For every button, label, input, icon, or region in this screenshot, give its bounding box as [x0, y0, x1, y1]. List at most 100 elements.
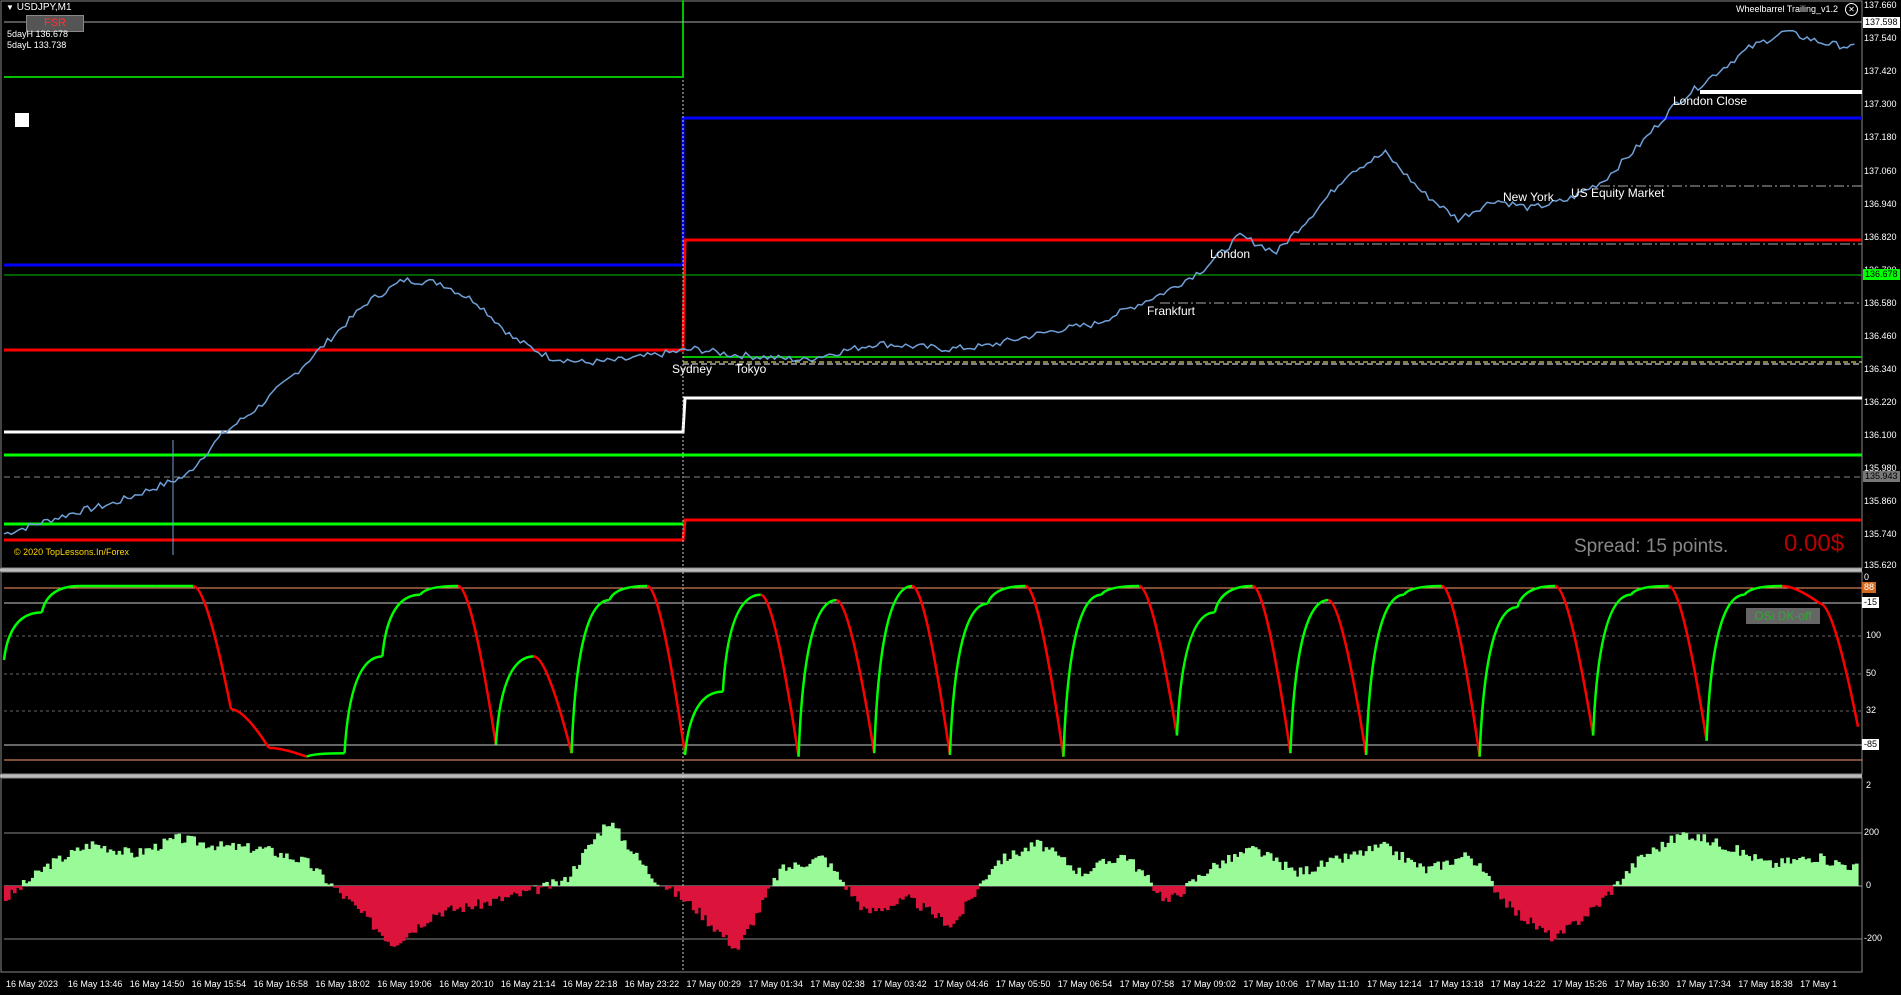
- histogram-bar: [554, 881, 558, 886]
- checkbox[interactable]: [15, 113, 29, 127]
- chart-canvas[interactable]: [0, 0, 1901, 995]
- osc-tick: 50: [1866, 668, 1877, 678]
- indicator-title: Wheelbarrel Trailing_v1.2: [1736, 4, 1839, 14]
- symbol-label: USDJPY,M1: [16, 2, 72, 13]
- hist-tick: -200: [1864, 933, 1883, 943]
- price-tick: 135.740: [1864, 529, 1897, 539]
- session-levels: [4, 0, 1862, 542]
- time-tick: 17 May 10:06: [1243, 979, 1298, 989]
- time-tick: 16 May 15:54: [191, 979, 247, 989]
- spread-label: Spread: 15 points.: [1574, 536, 1729, 557]
- time-tick: 17 May 09:02: [1181, 979, 1236, 989]
- hist-tick: 0: [1866, 880, 1872, 890]
- oscillator-segment: [1668, 584, 1708, 742]
- oscillator-segment: [268, 746, 308, 758]
- histogram-bar: [533, 885, 537, 886]
- oscillator-segment: [306, 751, 345, 758]
- oscillator-segment: [570, 598, 610, 754]
- close-icon[interactable]: ✕: [1845, 3, 1858, 16]
- day-low-label: 5dayL 133.738: [7, 40, 67, 50]
- price-badge-top: 137.598: [1863, 17, 1900, 28]
- histogram-bar: [545, 881, 549, 886]
- histogram-bar: [1490, 880, 1494, 886]
- time-tick: 17 May 05:50: [995, 979, 1051, 989]
- price-badge-lower: 135.943: [1863, 471, 1900, 482]
- price-badge-middle: 136.678: [1863, 269, 1900, 280]
- time-tick: 16 May 2023: [6, 979, 59, 989]
- price-tick: 137.540: [1864, 33, 1897, 43]
- time-tick: 16 May 18:02: [315, 979, 370, 989]
- oscillator-segment: [533, 655, 573, 754]
- time-tick: 16 May 13:46: [67, 979, 123, 989]
- osi-button[interactable]: OSi DK-off: [1746, 608, 1820, 624]
- price-axis[interactable]: 137.660 137.540 137.420 137.300 137.180 …: [1862, 0, 1901, 995]
- osc-badge: -15: [1862, 597, 1880, 608]
- price-tick: 137.060: [1864, 166, 1897, 176]
- histogram-bar: [530, 886, 534, 887]
- histogram-bar: [655, 884, 660, 886]
- histogram-bar: [1855, 863, 1859, 886]
- time-tick: 17 May 04:46: [934, 979, 989, 989]
- session-label-london-close: London Close: [1673, 94, 1748, 108]
- oscillator-segment: [1441, 584, 1481, 757]
- oscillator-segment: [381, 593, 421, 657]
- osc-badge: -85: [1862, 739, 1880, 750]
- oscillator-segment: [1402, 584, 1442, 596]
- oscillator-segment: [646, 584, 687, 756]
- time-tick: 17 May 14:22: [1490, 979, 1546, 989]
- histogram-bar: [1609, 886, 1614, 895]
- time-axis[interactable]: 16 May 2023 16 May 13:46 16 May 14:50 16 Ma…: [0, 974, 1862, 995]
- histogram-bar: [329, 883, 334, 886]
- time-tick: 17 May 18:38: [1738, 979, 1793, 989]
- time-tick: 16 May 19:06: [377, 979, 432, 989]
- oscillator-segment: [1213, 584, 1253, 613]
- time-tick: 17 May 01:34: [748, 979, 803, 989]
- price-tick: 137.180: [1864, 132, 1897, 142]
- oscillator-segment: [1629, 584, 1669, 596]
- price-series: [3, 29, 1855, 536]
- price-tick: 136.580: [1864, 298, 1897, 308]
- price-tick: 136.460: [1864, 331, 1897, 341]
- oscillator-segment: [1478, 605, 1518, 757]
- oscillator-segment: [1819, 602, 1860, 728]
- day-high-label: 5dayH 136.678: [7, 29, 69, 39]
- time-tick: 17 May 16:30: [1614, 979, 1670, 989]
- dropdown-arrow-icon[interactable]: ▼: [6, 3, 14, 12]
- oscillator-segment: [457, 584, 498, 745]
- oscillator-segment: [192, 584, 233, 710]
- oscillator-segment: [1138, 584, 1179, 736]
- oscillator-segment: [835, 598, 876, 754]
- time-tick: 16 May 23:22: [624, 979, 680, 989]
- time-tick: 16 May 21:14: [500, 979, 556, 989]
- time-tick: 16 May 14:50: [129, 979, 185, 989]
- symbol-title: ▼ USDJPY,M1: [6, 2, 72, 13]
- time-tick: 17 May 03:42: [872, 979, 927, 989]
- price-tick: 137.660: [1864, 0, 1897, 10]
- histogram-bar: [1182, 886, 1186, 895]
- price-tick: 136.340: [1864, 364, 1897, 374]
- price-tick: 136.820: [1864, 232, 1897, 242]
- oscillator-segment: [1782, 584, 1821, 605]
- oscillator-segment: [1516, 584, 1556, 608]
- oscillator-segment: [1327, 598, 1368, 756]
- copyright-label: © 2020 TopLessons.In/Forex: [14, 547, 130, 557]
- oscillator-segment: [1025, 584, 1065, 757]
- hist-tick: 200: [1864, 827, 1880, 837]
- oscillator-segment: [1743, 584, 1783, 596]
- oscillator-series: [2, 584, 1860, 758]
- price-panel-border: [0, 0, 1863, 569]
- time-tick: 17 May 06:54: [1057, 979, 1113, 989]
- osc-tick: 0: [1864, 572, 1870, 582]
- oscillator-segment: [40, 584, 80, 613]
- histogram-bar: [1149, 882, 1153, 886]
- time-tick: 17 May 13:18: [1428, 979, 1484, 989]
- price-tick: 136.100: [1864, 430, 1897, 440]
- time-tick: 17 May 02:38: [810, 979, 865, 989]
- oscillator-segment: [1252, 584, 1292, 754]
- oscillator-segment: [760, 593, 800, 757]
- oscillator-segment: [872, 584, 913, 754]
- price-tick: 135.620: [1864, 560, 1897, 570]
- session-label-london: London: [1210, 247, 1251, 261]
- histogram-bar: [548, 886, 552, 889]
